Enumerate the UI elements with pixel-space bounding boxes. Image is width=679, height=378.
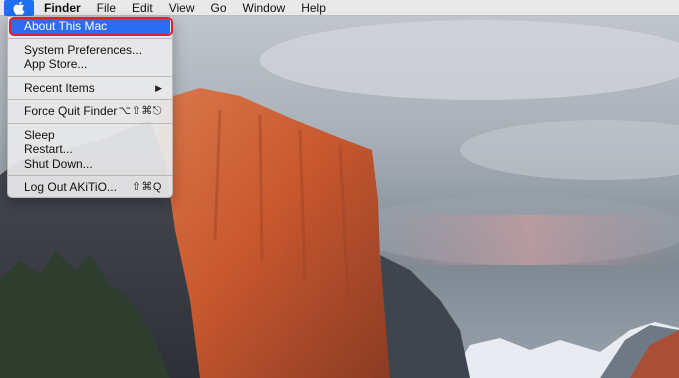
menu-item-label: System Preferences...: [24, 42, 143, 57]
apple-menu-button[interactable]: [4, 0, 34, 16]
menu-item-force-quit[interactable]: Force Quit Finder ⌥⇧⌘⎋: [8, 104, 172, 119]
menu-separator: [8, 99, 172, 100]
menu-item-app-store[interactable]: App Store...: [8, 57, 172, 72]
menubar-view[interactable]: View: [161, 0, 203, 16]
menu-item-label: App Store...: [24, 57, 88, 71]
menu-bar: Finder File Edit View Go Window Help: [0, 0, 679, 16]
menu-item-label: About This Mac: [24, 19, 108, 33]
menubar-window[interactable]: Window: [235, 0, 294, 16]
menubar-go[interactable]: Go: [203, 0, 235, 16]
menu-item-label: Recent Items: [24, 80, 95, 95]
menu-separator: [8, 75, 172, 77]
menu-item-shut-down[interactable]: Shut Down...: [8, 157, 172, 172]
keyboard-shortcut: ⇧⌘Q: [131, 181, 162, 193]
menu-item-label: Force Quit Finder: [24, 104, 118, 118]
menu-item-label: Log Out AKiTiO...: [24, 180, 117, 194]
menu-separator: [8, 37, 172, 39]
submenu-arrow-icon: ▶: [155, 82, 162, 93]
menu-item-label: Sleep: [24, 127, 55, 142]
keyboard-shortcut: ⌥⇧⌘⎋: [118, 105, 162, 117]
menubar-file[interactable]: File: [89, 0, 124, 16]
menu-item-recent-items[interactable]: Recent Items ▶: [8, 81, 172, 96]
menubar-finder[interactable]: Finder: [34, 0, 89, 16]
menu-item-log-out[interactable]: Log Out AKiTiO... ⇧⌘Q: [8, 180, 172, 195]
menu-item-label: Restart...: [24, 142, 73, 156]
apple-logo-icon: [13, 1, 25, 15]
menubar-help[interactable]: Help: [293, 0, 334, 16]
menu-item-system-preferences[interactable]: System Preferences...: [8, 43, 172, 58]
menu-separator: [8, 175, 172, 176]
menu-item-restart[interactable]: Restart...: [8, 142, 172, 157]
menu-item-about-this-mac[interactable]: About This Mac: [10, 19, 170, 34]
menubar-edit[interactable]: Edit: [124, 0, 161, 16]
menu-item-label: Shut Down...: [24, 156, 93, 171]
menu-item-sleep[interactable]: Sleep: [8, 128, 172, 143]
apple-dropdown-menu: About This Mac System Preferences... App…: [7, 16, 173, 198]
menu-separator: [8, 122, 172, 124]
